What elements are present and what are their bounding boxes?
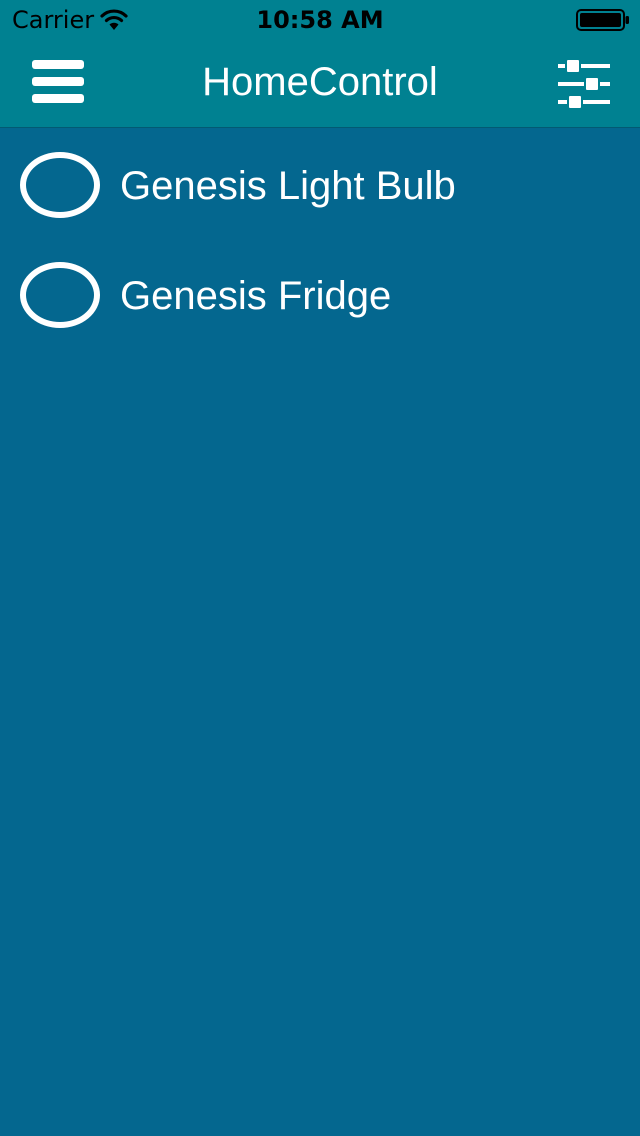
settings-button[interactable] — [556, 56, 612, 112]
device-row-light-bulb[interactable]: Genesis Light Bulb — [0, 128, 640, 238]
battery-icon — [576, 9, 629, 31]
device-toggle-circle[interactable] — [20, 152, 100, 218]
sliders-icon — [558, 58, 610, 110]
device-toggle-circle[interactable] — [20, 262, 100, 328]
device-list: Genesis Light Bulb Genesis Fridge — [0, 128, 640, 348]
status-time: 10:58 AM — [256, 6, 384, 34]
status-bar: Carrier 10:58 AM — [0, 0, 640, 40]
nav-bar: HomeControl — [0, 40, 640, 128]
device-name: Genesis Light Bulb — [120, 164, 456, 208]
device-row-fridge[interactable]: Genesis Fridge — [0, 238, 640, 348]
device-name: Genesis Fridge — [120, 274, 392, 318]
top-bar: Carrier 10:58 AM HomeControl — [0, 0, 640, 128]
page-title: HomeControl — [202, 60, 438, 104]
